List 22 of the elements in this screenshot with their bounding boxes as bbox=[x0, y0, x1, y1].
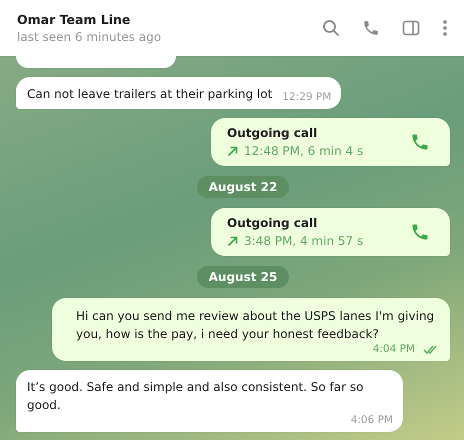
call-details: 3:48 PM, 4 min 57 s bbox=[244, 234, 364, 248]
call-details: 12:48 PM, 6 min 4 s bbox=[244, 144, 364, 158]
phone-icon[interactable] bbox=[410, 222, 430, 242]
phone-icon[interactable] bbox=[362, 19, 380, 37]
message-text: Hi can you send me review about the USPS lanes I'm giving you, how is the pay, i need your honest feedback? bbox=[76, 308, 436, 343]
menu-icon[interactable] bbox=[442, 19, 448, 37]
call-title: Outgoing call bbox=[227, 216, 318, 230]
date-separator: August 22 bbox=[196, 176, 290, 198]
message-time: 4:06 PM bbox=[350, 414, 393, 426]
chat-title: Omar Team Line bbox=[17, 12, 132, 27]
message-text: Can not leave trailers at their parking lot bbox=[27, 86, 272, 103]
outgoing-arrow-icon bbox=[227, 146, 238, 156]
outgoing-arrow-icon bbox=[227, 236, 238, 246]
message-text: It’s good. Safe and simple and also consistent. So far so good. bbox=[27, 379, 364, 414]
date-separator: August 25 bbox=[196, 266, 290, 288]
call-title: Outgoing call bbox=[227, 126, 318, 140]
message-time: 12:29 PM bbox=[282, 91, 332, 103]
message-time: 4:04 PM bbox=[372, 343, 415, 355]
last-seen-status: last seen 6 minutes ago bbox=[17, 30, 162, 44]
sidebar-icon[interactable] bbox=[402, 19, 420, 37]
search-icon[interactable] bbox=[322, 19, 340, 37]
phone-icon[interactable] bbox=[410, 132, 430, 152]
